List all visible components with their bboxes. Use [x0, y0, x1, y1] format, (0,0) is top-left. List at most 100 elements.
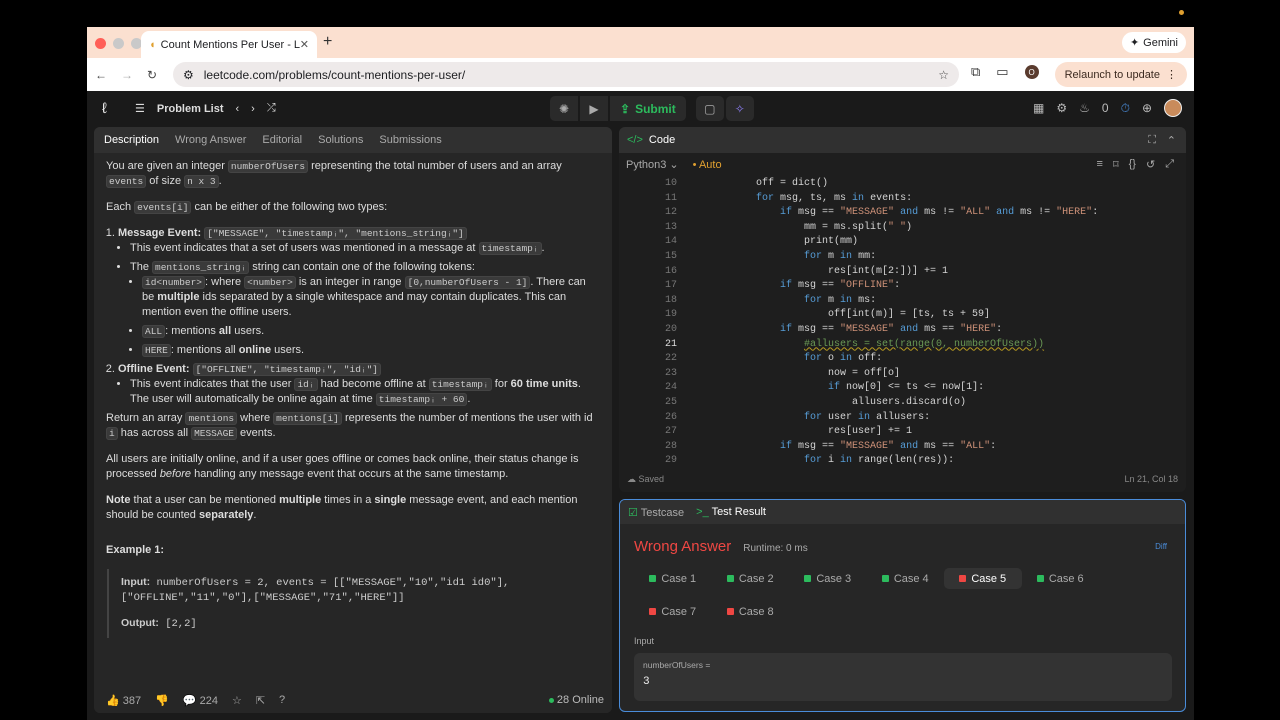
debug-button[interactable]: ✺	[550, 96, 578, 121]
run-button[interactable]: ▶	[580, 96, 608, 121]
window-controls	[95, 38, 142, 49]
case-tab[interactable]: Case 4	[867, 568, 945, 589]
back-icon[interactable]: ←	[95, 68, 107, 82]
next-problem-icon[interactable]: ›	[251, 103, 255, 115]
favorite-star-icon[interactable]: ☆	[232, 694, 242, 707]
case-tab[interactable]: Case 2	[712, 568, 790, 589]
profile-avatar[interactable]: O	[1024, 65, 1039, 79]
code-line[interactable]: for m in mm:	[708, 250, 876, 265]
code-line[interactable]: allusers.discard(o)	[708, 396, 966, 411]
code-line[interactable]: res[user] += 1	[708, 425, 912, 440]
timer-icon[interactable]: ⏱	[1121, 101, 1130, 116]
result-tabs: ☑ Testcase >_ Test Result	[620, 500, 1185, 524]
code-line[interactable]: for msg, ts, ms in events:	[708, 192, 912, 207]
saved-status: Saved	[638, 474, 665, 484]
relaunch-button[interactable]: Relaunch to update ⋮	[1054, 62, 1187, 87]
notes-button[interactable]: ▢	[695, 96, 724, 121]
case-tab[interactable]: Case 8	[712, 601, 790, 622]
code-line[interactable]: for user in allusers:	[708, 411, 930, 426]
tab-solutions[interactable]: Solutions	[318, 134, 363, 146]
format-icon[interactable]: ≡	[1097, 158, 1103, 171]
code-line[interactable]: if msg == "MESSAGE" and ms == "ALL":	[708, 440, 996, 455]
new-tab-icon[interactable]: +	[323, 33, 332, 51]
close-tab-icon[interactable]: ✕	[300, 38, 309, 51]
close-window-button[interactable]	[95, 38, 106, 49]
reset-icon[interactable]: ↺	[1146, 158, 1155, 171]
code-line[interactable]: if msg == "OFFLINE":	[708, 279, 900, 294]
streak-icon[interactable]: ♨	[1079, 101, 1090, 115]
code-line[interactable]: for o in off:	[708, 352, 882, 367]
code-line[interactable]: if msg == "MESSAGE" and ms == "HERE":	[708, 323, 1002, 338]
gemini-button[interactable]: ✦ Gemini	[1121, 32, 1186, 53]
tab-description[interactable]: Description	[104, 134, 159, 146]
pass-icon	[649, 575, 657, 582]
tab-editorial[interactable]: Editorial	[262, 134, 302, 146]
comments-button[interactable]: 💬 224	[183, 694, 218, 707]
leetcode-logo-icon[interactable]: ℓ	[102, 100, 107, 117]
browser-tab[interactable]: ◖ Count Mentions Per User - LeetCode ✕	[141, 31, 317, 58]
line-number: 17	[664, 280, 677, 292]
code-line[interactable]: now = off[o]	[708, 367, 900, 382]
bookmark-star-icon[interactable]: ☆	[938, 68, 949, 82]
problem-list-link[interactable]: Problem List	[157, 103, 224, 115]
bookmark-icon[interactable]: ⌑	[1113, 158, 1119, 171]
code-line[interactable]: if now[0] <= ts <= now[1]:	[708, 381, 984, 396]
shuffle-icon[interactable]: ⤮	[267, 102, 276, 115]
settings-icon[interactable]: ⚙	[1056, 101, 1067, 115]
pass-icon	[804, 575, 812, 582]
code-line[interactable]: print(mm)	[708, 235, 858, 250]
diff-toggle[interactable]: Diff	[1155, 542, 1167, 551]
line-number: 15	[664, 251, 677, 262]
expand-icon[interactable]: ⛶	[1148, 134, 1156, 147]
help-icon[interactable]: ?	[279, 694, 285, 706]
invite-icon[interactable]: ⊕	[1142, 101, 1152, 115]
layout-icon[interactable]: ▦	[1033, 101, 1044, 115]
case-tab[interactable]: Case 5	[944, 568, 1022, 589]
forward-icon[interactable]: →	[121, 68, 133, 82]
share-icon[interactable]: ⇱	[256, 694, 265, 707]
code-line[interactable]: for m in ms:	[708, 294, 876, 309]
case-tab[interactable]: Case 3	[789, 568, 867, 589]
auto-mode[interactable]: • Auto	[693, 159, 722, 171]
extensions-icon[interactable]: ⧉	[971, 64, 980, 80]
cloud-icon: ☁	[627, 473, 636, 484]
case-tab[interactable]: Case 7	[634, 601, 712, 622]
relaunch-label: Relaunch to update	[1064, 68, 1160, 81]
code-line[interactable]: off = dict()	[708, 177, 828, 192]
code-line[interactable]: mm = ms.split(" ")	[708, 221, 912, 236]
tab-test-result[interactable]: >_ Test Result	[696, 506, 766, 518]
prev-problem-icon[interactable]: ‹	[236, 103, 240, 115]
input-label: Input	[634, 636, 655, 646]
fullscreen-icon[interactable]: ⤢	[1165, 158, 1174, 171]
description-footer: 👍 387 👎 💬 224 ☆ ⇱ ? 28 Online	[94, 687, 612, 713]
submit-button[interactable]: ⇪ Submit	[610, 96, 686, 121]
user-avatar[interactable]	[1164, 99, 1182, 117]
tab-wrong-answer[interactable]: Wrong Answer	[175, 134, 246, 146]
more-menu-icon[interactable]: ⋮	[1166, 68, 1177, 81]
collapse-icon[interactable]: ⌃	[1167, 134, 1176, 147]
code-lines[interactable]: 10 off = dict() 11 for msg, ts, ms in eve…	[619, 176, 1186, 466]
code-brackets-icon: </>	[627, 134, 643, 146]
ai-assist-button[interactable]: ✧	[725, 96, 754, 121]
input-value: 3	[643, 676, 650, 688]
url-field[interactable]: ⚙ leetcode.com/problems/count-mentions-p…	[173, 62, 959, 87]
code-line[interactable]: off[int(m)] = [ts, ts + 59]	[708, 308, 990, 323]
tab-testcase[interactable]: ☑ Testcase	[628, 506, 684, 519]
tab-submissions[interactable]: Submissions	[379, 134, 441, 146]
site-settings-icon[interactable]: ⚙	[183, 68, 194, 82]
code-line[interactable]: #allusers = set(range(0, numberOfUsers))	[708, 338, 1044, 353]
reload-icon[interactable]: ↻	[147, 68, 157, 82]
problem-description: You are given an integer numberOfUsers r…	[94, 153, 612, 644]
like-button[interactable]: 👍 387	[106, 694, 141, 707]
sparkle-icon: ✦	[1129, 37, 1140, 49]
code-line[interactable]: res[int(m[2:])] += 1	[708, 265, 948, 280]
case-tab[interactable]: Case 6	[1022, 568, 1100, 589]
code-line[interactable]: if msg == "MESSAGE" and ms != "ALL" and …	[708, 206, 1098, 221]
cast-icon[interactable]: ▭	[996, 64, 1008, 80]
case-tab[interactable]: Case 1	[634, 568, 712, 589]
braces-icon[interactable]: {}	[1129, 158, 1136, 171]
dislike-icon[interactable]: 👎	[155, 694, 169, 707]
minimize-window-button[interactable]	[113, 38, 124, 49]
list-icon[interactable]: ☰	[135, 102, 145, 115]
language-select[interactable]: Python3 ⌄	[626, 158, 679, 171]
